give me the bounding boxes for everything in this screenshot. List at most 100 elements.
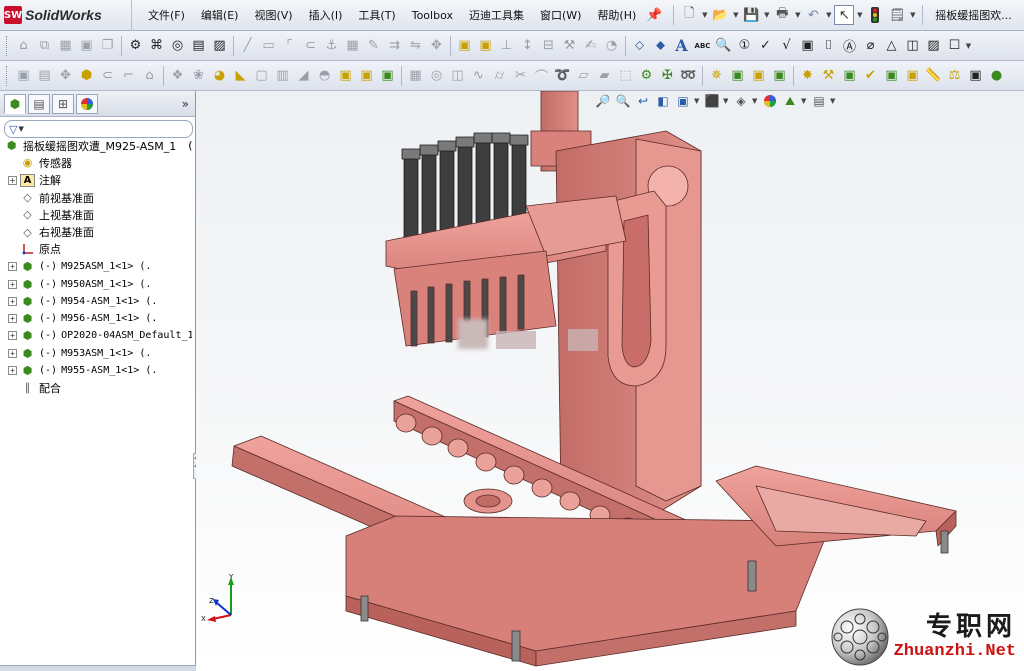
chevron-down-icon[interactable]: ▼: [825, 11, 832, 19]
dimension-icon[interactable]: ↕: [517, 35, 538, 56]
hem-icon[interactable]: ⊂: [97, 65, 118, 86]
exploded-view-icon[interactable]: ▨: [209, 35, 230, 56]
tree-item-top-plane[interactable]: ◇ 上视基准面: [0, 206, 192, 223]
smart-dimension-icon[interactable]: ⬦: [629, 35, 650, 56]
rapid-sketch-icon[interactable]: ✍: [580, 35, 601, 56]
mate-icon[interactable]: ⧉: [34, 35, 55, 56]
chevron-down-icon[interactable]: ▼: [856, 11, 863, 19]
sketch-line-icon[interactable]: ╱: [237, 35, 258, 56]
menu-toolbox[interactable]: Toolbox: [404, 0, 461, 31]
expand-icon[interactable]: +: [8, 348, 17, 358]
feature-manager-tab[interactable]: ⬢: [4, 93, 26, 114]
chevron-down-icon[interactable]: ▼: [732, 11, 739, 19]
dome-icon[interactable]: ◓: [314, 65, 335, 86]
surface-icon[interactable]: ▱: [573, 65, 594, 86]
knit-surface-icon[interactable]: ▰: [594, 65, 615, 86]
revolved-cut-icon[interactable]: ▣: [356, 65, 377, 86]
linear-pattern-icon[interactable]: ▦: [55, 35, 76, 56]
expand-panel-button[interactable]: »: [182, 97, 189, 111]
hole-wizard-icon[interactable]: ▣: [377, 65, 398, 86]
menu-help[interactable]: 帮助(H): [589, 0, 644, 31]
simulation-icon[interactable]: ✵: [706, 65, 727, 86]
chevron-down-icon[interactable]: ▼: [909, 11, 916, 19]
expand-icon[interactable]: +: [8, 279, 17, 289]
instant-2d-icon[interactable]: ◔: [601, 35, 622, 56]
tree-filter[interactable]: ▽ ▼: [4, 120, 193, 138]
sketch-offset-icon[interactable]: ⇉: [384, 35, 405, 56]
weld-symbol-icon[interactable]: △: [881, 35, 902, 56]
tree-component[interactable]: + ⬢ (-) M950ASM_1<1> (.: [0, 275, 192, 292]
text-icon[interactable]: A: [671, 35, 692, 56]
print-icon[interactable]: 🖶: [772, 5, 792, 25]
toolbox-icon[interactable]: ⚒: [818, 65, 839, 86]
tree-root[interactable]: ⬢ 摇板缓摇图欢遭_M925-ASM_1 (: [0, 137, 192, 154]
photoview-icon[interactable]: ✸: [797, 65, 818, 86]
block-icon[interactable]: ☐: [944, 35, 965, 56]
menu-tools[interactable]: 工具(T): [350, 0, 403, 31]
scanto3d-icon[interactable]: ▣: [769, 65, 790, 86]
graphics-viewport[interactable]: 🔎 🔍 ↩ ◧ ▣ ▼ ⬛ ▼ ◈ ▼ ⛰ ▼ ▤ ▼ Y X Z 专职网 Zh…: [196, 91, 1024, 671]
balloon-icon[interactable]: ①: [734, 35, 755, 56]
measure-icon[interactable]: 📏: [923, 65, 944, 86]
tree-component[interactable]: + ⬢ (-) M954-ASM_1<1> (.: [0, 293, 192, 310]
cylinder-icon[interactable]: ⌭: [489, 65, 510, 86]
new-document-icon[interactable]: 🗋: [679, 5, 699, 25]
spell-check-icon[interactable]: ABC: [692, 35, 713, 56]
filter-icon[interactable]: ▽: [9, 123, 17, 136]
expand-icon[interactable]: +: [8, 175, 17, 185]
draft-icon[interactable]: ◢: [293, 65, 314, 86]
assembly-3d-model[interactable]: [196, 91, 1024, 671]
note-icon[interactable]: ⬥: [650, 35, 671, 56]
fillet-icon[interactable]: ◕: [209, 65, 230, 86]
rib-icon[interactable]: ▥: [272, 65, 293, 86]
chevron-down-icon[interactable]: ▼: [763, 11, 770, 19]
structural-member-icon[interactable]: ✠: [657, 65, 678, 86]
solidworks-logo[interactable]: SW SolidWorks: [0, 0, 132, 31]
feature-works-icon[interactable]: ▣: [748, 65, 769, 86]
mirror-feature-icon[interactable]: ◫: [447, 65, 468, 86]
tree-component[interactable]: + ⬢ (-) M955-ASM_1<1> (.: [0, 362, 192, 379]
tree-item-right-plane[interactable]: ◇ 右视基准面: [0, 223, 192, 240]
surface-finish-icon[interactable]: √: [776, 35, 797, 56]
reference-triad[interactable]: Y X Z: [201, 573, 241, 623]
mold-tools-icon[interactable]: ▣: [727, 65, 748, 86]
check-icon[interactable]: ✓: [755, 35, 776, 56]
chevron-down-icon[interactable]: ▼: [965, 42, 972, 50]
mass-properties-icon[interactable]: ⚖: [944, 65, 965, 86]
undo-icon[interactable]: ↶: [803, 5, 823, 25]
freeform-icon[interactable]: ⬚: [615, 65, 636, 86]
edge-flange-icon[interactable]: ✥: [55, 65, 76, 86]
base-flange-icon[interactable]: ▤: [34, 65, 55, 86]
menu-maidi-tools[interactable]: 迈迪工具集: [461, 0, 532, 31]
expand-icon[interactable]: +: [8, 331, 17, 341]
expand-icon[interactable]: +: [8, 296, 17, 306]
datum-feature-icon[interactable]: ▣: [797, 35, 818, 56]
configuration-manager-tab[interactable]: ⊞: [52, 93, 74, 114]
tree-item-mates[interactable]: ∥ 配合: [0, 379, 192, 396]
display-delete-relations-icon[interactable]: ⊟: [538, 35, 559, 56]
curve-through-points-icon[interactable]: ⌒: [531, 65, 552, 86]
route-icon[interactable]: ➿: [678, 65, 699, 86]
sketch-move-icon[interactable]: ✥: [426, 35, 447, 56]
costing-icon[interactable]: ▣: [839, 65, 860, 86]
find-icon[interactable]: 🔍: [713, 35, 734, 56]
revision-symbol-icon[interactable]: ◫: [902, 35, 923, 56]
open-folder-icon[interactable]: 📂: [710, 5, 730, 25]
sketch-rectangle-icon[interactable]: ▭: [258, 35, 279, 56]
revolve-boss-icon[interactable]: ▣: [475, 35, 496, 56]
save-icon[interactable]: 💾: [741, 5, 761, 25]
design-checker-icon[interactable]: ✔: [860, 65, 881, 86]
extruded-cut-icon[interactable]: ▣: [335, 65, 356, 86]
expand-icon[interactable]: +: [8, 314, 17, 324]
linear-pattern-feature-icon[interactable]: ▦: [405, 65, 426, 86]
dimxpert-icon[interactable]: ▣: [881, 65, 902, 86]
menu-insert[interactable]: 插入(I): [301, 0, 351, 31]
sweep-icon[interactable]: ❀: [188, 65, 209, 86]
sketch-pencil-icon[interactable]: ✎: [363, 35, 384, 56]
circuit-works-icon[interactable]: ▣: [902, 65, 923, 86]
property-manager-tab[interactable]: ▤: [28, 93, 50, 114]
sketched-bend-icon[interactable]: ⌐: [118, 65, 139, 86]
sheet-metal-icon[interactable]: ▣: [13, 65, 34, 86]
hole-callout-icon[interactable]: ⌀: [860, 35, 881, 56]
area-hatch-icon[interactable]: ▨: [923, 35, 944, 56]
